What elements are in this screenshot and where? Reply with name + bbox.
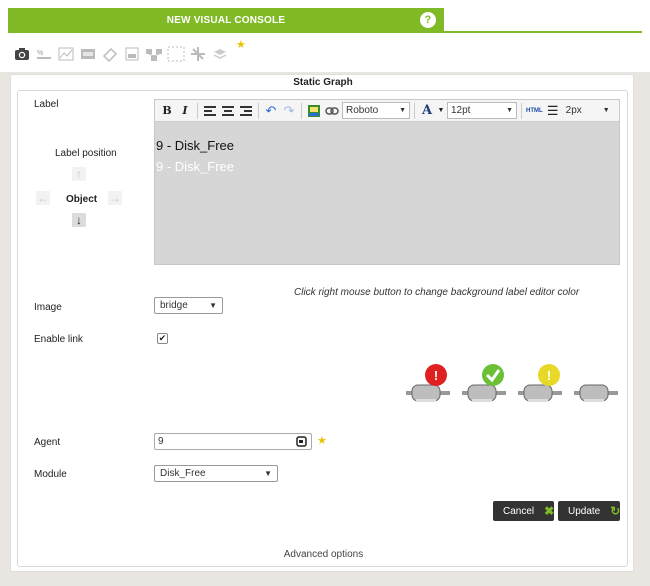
network-link-icon[interactable]: [144, 44, 164, 64]
group-icon[interactable]: [210, 44, 230, 64]
font-family-select[interactable]: Roboto ▼: [342, 102, 410, 119]
enable-link-label: Enable link: [34, 334, 83, 345]
percentile-icon[interactable]: %: [34, 44, 54, 64]
toolbar-divider: [197, 102, 198, 119]
favorite-star-icon: ★: [236, 39, 246, 51]
line-height-value: 2px: [565, 105, 582, 116]
svg-text:%: %: [37, 50, 43, 57]
page-title: NEW VISUAL CONSOLE: [166, 14, 286, 26]
insert-link-icon[interactable]: [324, 102, 340, 120]
chevron-down-icon: ▼: [264, 469, 272, 478]
svg-text:!: !: [434, 368, 438, 383]
label-line-2: 9 - Disk_Free: [156, 159, 235, 174]
toolbar-divider: [258, 102, 259, 119]
object-label: Object: [66, 194, 98, 205]
element-toolbar: %: [12, 44, 230, 64]
toolbar-divider: [414, 102, 415, 119]
line-height-select[interactable]: 2px ▼: [563, 102, 613, 119]
top-bar: NEW VISUAL CONSOLE ? % ★: [0, 0, 650, 72]
bridge-ok-icon: [462, 364, 506, 402]
agent-label: Agent: [34, 437, 61, 448]
align-left-icon[interactable]: [202, 102, 218, 120]
bridge-warning-icon: !: [518, 364, 562, 402]
bridge-critical-icon: !: [406, 364, 450, 402]
update-button-label: Update: [568, 505, 601, 517]
label-field-label: Label: [34, 99, 59, 110]
chevron-down-icon: ▼: [399, 107, 406, 114]
refresh-icon: ↻: [610, 504, 621, 518]
undo-icon[interactable]: ↶: [263, 102, 279, 120]
image-select[interactable]: bridge ▼: [154, 297, 223, 314]
arrow-down-icon[interactable]: ↓: [72, 213, 86, 227]
label-text-area[interactable]: 9 - Disk_Free 9 - Disk_Free: [155, 122, 619, 264]
advanced-options-toggle[interactable]: Advanced options: [18, 549, 629, 560]
module-select[interactable]: Disk_Free ▼: [154, 465, 278, 482]
label-icon[interactable]: [100, 44, 120, 64]
toolbar-divider: [301, 102, 302, 119]
chevron-down-icon: ▼: [602, 107, 610, 114]
line-icon[interactable]: [188, 44, 208, 64]
chevron-down-icon: ▼: [209, 301, 217, 310]
agent-input-value: 9: [158, 436, 164, 447]
arrow-left-icon[interactable]: ←: [36, 191, 50, 205]
italic-button[interactable]: I: [177, 102, 193, 120]
agent-lookup-icon[interactable]: [296, 436, 307, 450]
icon-element-icon[interactable]: [122, 44, 142, 64]
align-right-icon[interactable]: [238, 102, 254, 120]
module-graph-icon[interactable]: [56, 44, 76, 64]
html-source-icon[interactable]: HTML: [526, 102, 543, 120]
module-select-value: Disk_Free: [160, 468, 206, 479]
redo-icon[interactable]: ↷: [281, 102, 297, 120]
image-select-value: bridge: [160, 300, 188, 311]
label-position-label: Label position: [55, 148, 117, 159]
close-icon: ✖: [544, 504, 555, 518]
arrow-up-icon[interactable]: ↑: [72, 167, 86, 181]
agent-input[interactable]: 9: [154, 433, 312, 450]
font-size-select[interactable]: 12pt ▼: [447, 102, 517, 119]
arrow-right-icon[interactable]: →: [108, 191, 122, 205]
label-editor: B I ↶ ↷ Roboto ▼ A ▼ 12pt ▼ HTML ☰ 2px ▼…: [154, 99, 620, 265]
cancel-button[interactable]: Cancel ✖: [493, 501, 554, 521]
toolbar-divider: [521, 102, 522, 119]
align-center-icon[interactable]: [220, 102, 236, 120]
label-line-1: 9 - Disk_Free: [156, 138, 235, 153]
editor-toolbar: B I ↶ ↷ Roboto ▼ A ▼ 12pt ▼ HTML ☰ 2px ▼: [155, 100, 619, 122]
dialog-title: Static Graph: [293, 77, 353, 88]
editor-hint: Click right mouse button to change backg…: [294, 287, 580, 298]
value-icon[interactable]: [78, 44, 98, 64]
image-label: Image: [34, 302, 62, 313]
header-bar: NEW VISUAL CONSOLE ?: [8, 8, 444, 32]
static-graph-dialog: Static Graph Label Label position ↑ ← Ob…: [10, 74, 634, 572]
box-icon[interactable]: [166, 44, 186, 64]
enable-link-checkbox[interactable]: ✔: [157, 333, 168, 344]
bold-button[interactable]: B: [159, 102, 175, 120]
bridge-unknown-icon: [574, 384, 618, 402]
insert-image-icon[interactable]: [306, 102, 322, 120]
image-preview: ! !: [398, 363, 618, 413]
help-icon[interactable]: ?: [420, 12, 436, 28]
font-family-value: Roboto: [346, 105, 379, 116]
cancel-button-label: Cancel: [503, 505, 535, 517]
header-underline: [8, 31, 642, 33]
chevron-down-icon: ▼: [506, 107, 513, 114]
required-star-icon: ★: [317, 435, 327, 447]
line-height-icon[interactable]: ☰: [545, 102, 561, 120]
font-color-dropdown-icon[interactable]: ▼: [437, 102, 445, 120]
module-label: Module: [34, 469, 67, 480]
font-size-value: 12pt: [451, 105, 471, 116]
camera-icon[interactable]: [12, 44, 32, 64]
font-color-icon[interactable]: A: [419, 102, 435, 120]
svg-text:!: !: [547, 368, 551, 383]
update-button[interactable]: Update ↻: [558, 501, 620, 521]
dialog-body: Label Label position ↑ ← Object → ↓ B I …: [17, 90, 628, 567]
